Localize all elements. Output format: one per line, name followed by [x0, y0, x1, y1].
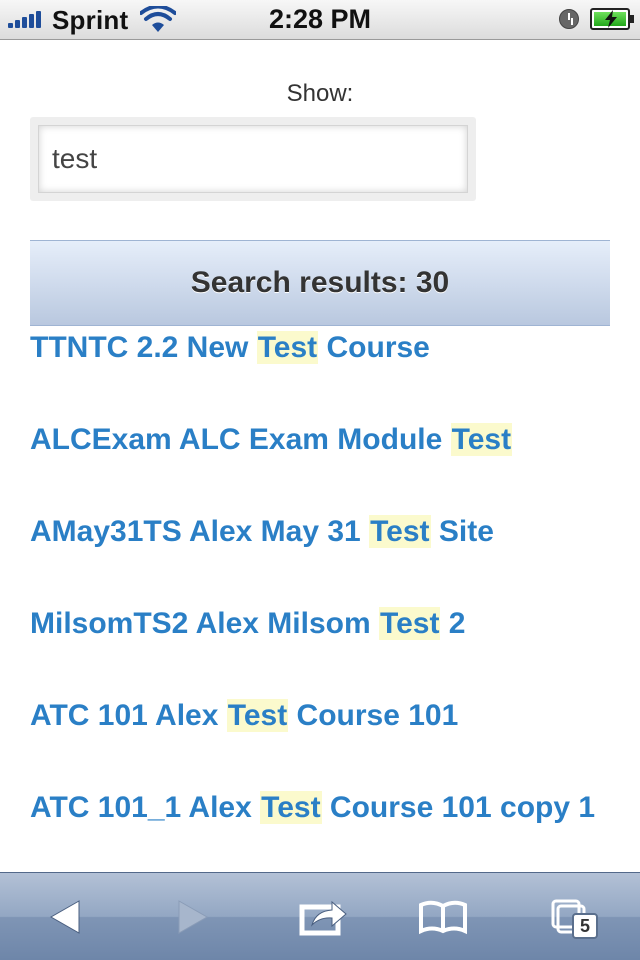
highlighted-match: Test: [378, 607, 441, 640]
open-pages-count: 5: [572, 913, 598, 939]
result-text: Course 101: [288, 699, 459, 732]
result-text: ALCExam ALC Exam Module: [30, 423, 451, 456]
forward-button[interactable]: [168, 893, 218, 941]
highlighted-match: Test: [256, 331, 319, 364]
result-text: MilsomTS2 Alex Milsom: [30, 607, 379, 640]
result-text: ATC 101 Alex: [30, 699, 227, 732]
bookmarks-icon: [419, 900, 467, 935]
result-link[interactable]: ATC 101_1 Alex Test Course 101 copy 1: [30, 791, 595, 824]
result-link[interactable]: AMay31TS Alex May 31 Test Site: [30, 515, 494, 548]
search-result-link[interactable]: ATC 101 Alex Test Course 101: [30, 696, 458, 736]
result-link[interactable]: TTNTC 2.2 New Test Course: [30, 331, 430, 364]
search-input[interactable]: [38, 125, 468, 193]
result-text: Course 101 copy 1: [321, 791, 596, 824]
back-button[interactable]: [40, 893, 90, 941]
back-icon: [49, 900, 80, 934]
result-text: Course: [318, 331, 430, 364]
search-field-container: [30, 117, 476, 201]
result-text: AMay31TS Alex May 31: [30, 515, 370, 548]
search-result-link[interactable]: ATC 101_1 Alex Test Course 101 copy 1: [30, 788, 610, 828]
search-result-link[interactable]: AMay31TS Alex May 31 Test Site: [30, 512, 494, 552]
search-result-link[interactable]: MilsomTS2 Alex Milsom Test 2: [30, 604, 465, 644]
highlighted-match: Test: [369, 515, 431, 548]
result-text: TTNTC 2.2 New: [30, 331, 257, 364]
pages-button[interactable]: 5: [546, 893, 598, 941]
search-results-header: Search results: 30: [30, 240, 610, 326]
share-button[interactable]: [298, 893, 348, 941]
highlighted-match: Test: [226, 699, 289, 732]
status-bar: Sprint 2:28 PM: [0, 0, 640, 40]
battery-icon: [590, 8, 634, 30]
show-label: Show:: [286, 80, 354, 107]
search-result-link[interactable]: TTNTC 2.2 New Test Course: [30, 328, 430, 368]
result-link[interactable]: ALCExam ALC Exam Module Test: [30, 423, 513, 456]
result-text: Site: [430, 515, 494, 548]
status-time: 2:28 PM: [268, 4, 372, 34]
forward-icon: [178, 900, 209, 934]
search-result-link[interactable]: ALCExam ALC Exam Module Test: [30, 420, 513, 460]
result-link[interactable]: MilsomTS2 Alex Milsom Test 2: [30, 607, 465, 640]
result-text: 2: [440, 607, 466, 640]
result-text: ATC 101_1 Alex: [30, 791, 261, 824]
share-icon: [299, 900, 347, 936]
alarm-icon: [559, 9, 579, 29]
result-link[interactable]: ATC 101 Alex Test Course 101: [30, 699, 458, 732]
highlighted-match: Test: [260, 791, 322, 824]
browser-toolbar: 5: [0, 872, 640, 960]
bookmarks-button[interactable]: [418, 893, 468, 941]
highlighted-match: Test: [450, 423, 513, 456]
